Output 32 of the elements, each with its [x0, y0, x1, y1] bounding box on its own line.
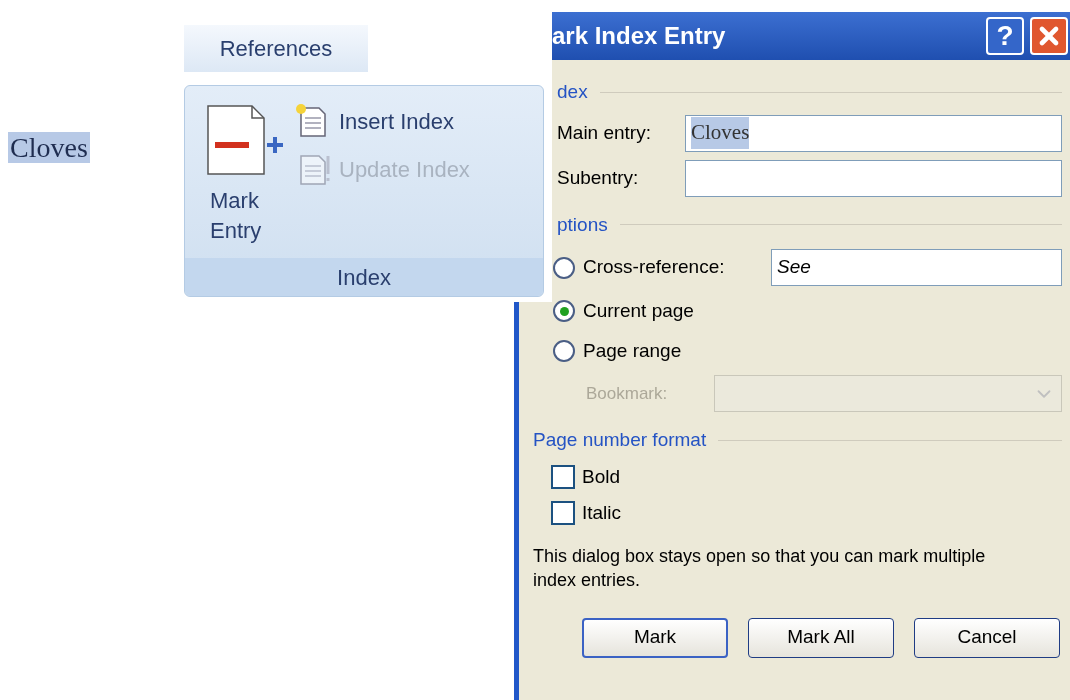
field-label: Bookmark:: [586, 382, 669, 405]
text-field[interactable]: [685, 159, 1062, 197]
dialog-button[interactable]: Mark: [582, 617, 728, 658]
ribbon-tab[interactable]: References: [184, 25, 368, 72]
document-minus-plus-icon: [206, 104, 284, 176]
checkbox-label: Bold: [582, 464, 621, 489]
window-title: ark Index Entry: [552, 21, 727, 51]
selected-text: Cloves: [8, 132, 90, 163]
checkbox[interactable]: [551, 501, 575, 526]
radio-label: Page range: [583, 338, 683, 363]
ribbon-command[interactable]: Insert Index: [295, 104, 470, 138]
section-label: Page number format: [533, 428, 707, 452]
radio-label: Current page: [583, 299, 695, 323]
checkbox[interactable]: [551, 464, 575, 489]
mark-entry-button[interactable]: Mark Entry: [205, 104, 285, 258]
checkbox-label: Italic: [582, 501, 622, 525]
text-field[interactable]: Cloves: [685, 114, 1062, 152]
radio-label: Cross-reference:: [583, 255, 726, 280]
radio-button[interactable]: [553, 339, 575, 362]
dialog-button[interactable]: Cancel: [914, 617, 1060, 658]
info-text: This dialog box stays open so that you can mark multiple index entries.: [532, 544, 987, 592]
help-button[interactable]: ?: [986, 17, 1024, 55]
group-label: Index: [185, 258, 543, 296]
radio-button[interactable]: [553, 300, 575, 323]
close-button[interactable]: [1030, 17, 1068, 55]
field-label: Subentry:: [557, 165, 640, 190]
section-label: ptions: [557, 212, 608, 237]
section-label: dex: [557, 80, 588, 104]
field-label: Main entry:: [557, 120, 652, 145]
dialog-button[interactable]: Mark All: [748, 617, 894, 658]
text-field[interactable]: See: [771, 249, 1062, 286]
radio-button[interactable]: [553, 256, 575, 279]
